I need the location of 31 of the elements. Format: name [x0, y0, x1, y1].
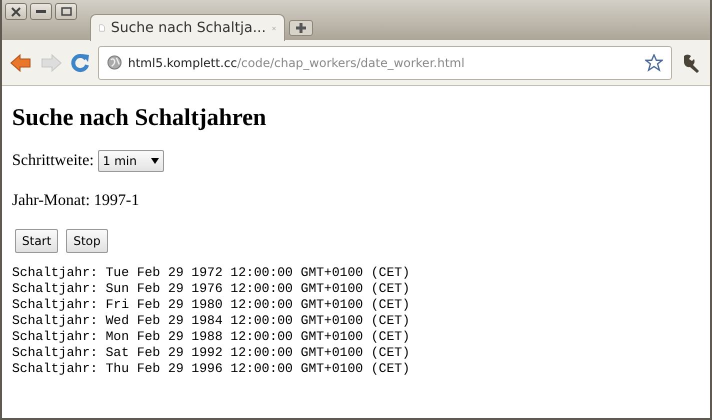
close-icon [11, 6, 21, 16]
result-line: Schaltjahr: Thu Feb 29 1996 12:00:00 GMT+0100 (CET) [12, 360, 411, 377]
action-button[interactable]: Start [15, 228, 58, 253]
maximize-icon [60, 7, 72, 16]
maximize-button[interactable] [55, 3, 77, 20]
tab-title: Suche nach Schaltja... [110, 18, 266, 38]
result-line: Schaltjahr: Fri Feb 29 1980 12:00:00 GMT+0100 (CET) [12, 296, 411, 313]
result-line: Schaltjahr: Wed Feb 29 1984 12:00:00 GMT+0100 (CET) [12, 312, 411, 329]
reload-icon[interactable] [70, 52, 90, 72]
caret-icon [150, 158, 159, 164]
browser-tab[interactable]: Suche nach Schaltja... [90, 14, 285, 41]
progress-text: Jahr-Monat: 1997-1 [12, 190, 140, 211]
result-line: Schaltjahr: Mon Feb 29 1988 12:00:00 GMT+0100 (CET) [12, 328, 411, 345]
globe-icon [107, 55, 122, 70]
minimize-icon [36, 10, 46, 13]
star-icon[interactable] [645, 54, 663, 72]
page-heading: Suche nach Schaltjahren [12, 104, 268, 133]
minimize-button[interactable] [30, 3, 52, 20]
close-button[interactable] [5, 3, 27, 20]
url-host: html5.komplett.cc [128, 56, 238, 70]
result-line: Schaltjahr: Sun Feb 29 1976 12:00:00 GMT+0100 (CET) [12, 280, 411, 297]
field-label: Schrittweite: [12, 150, 94, 171]
result-line: Schaltjahr: Tue Feb 29 1972 12:00:00 GMT+0100 (CET) [12, 264, 411, 281]
back-icon[interactable] [10, 52, 32, 72]
new-tab-button[interactable] [289, 20, 313, 36]
action-button[interactable]: Stop [66, 228, 108, 253]
step-dropdown[interactable]: 1 min [98, 150, 164, 172]
result-line: Schaltjahr: Sat Feb 29 1992 12:00:00 GMT+0100 (CET) [12, 344, 411, 361]
plus-icon [295, 22, 307, 34]
url-path: /code/chap_workers/date_worker.html [237, 56, 465, 70]
address-bar[interactable]: html5.komplett.cc/code/chap_workers/date_worker.html [98, 46, 672, 80]
